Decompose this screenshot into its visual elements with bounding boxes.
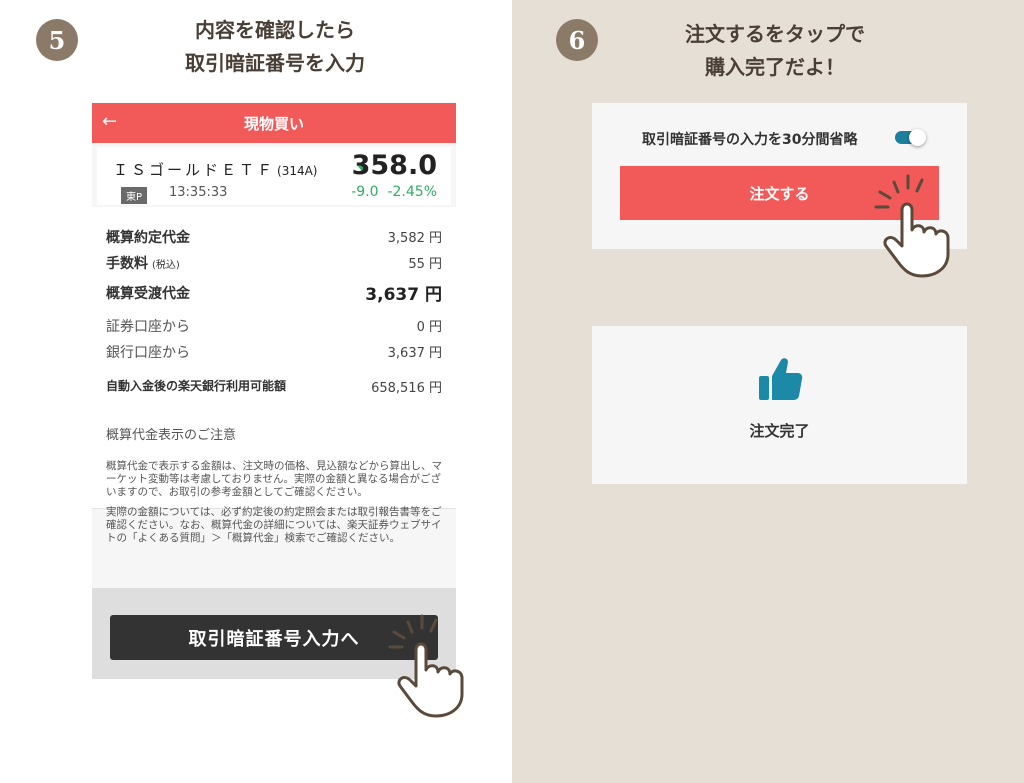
price-change: -9.0 -2.45% <box>351 184 437 200</box>
price-change-value: -9.0 <box>351 184 379 200</box>
row-label-wrap: 手数料 (税込) <box>106 253 180 273</box>
row-available-after-deposit: 自動入金後の楽天銀行利用可能額 658,516 円 <box>106 377 442 396</box>
row-label-note: (税込) <box>152 260 180 271</box>
row-label: 手数料 <box>106 256 148 272</box>
row-label: 概算受渡代金 <box>106 286 190 302</box>
skip-pin-toggle[interactable] <box>895 129 926 146</box>
stock-code: (314A) <box>277 164 318 178</box>
quote-time: 13:35:33 <box>169 185 228 200</box>
notice-paragraph-2: 実際の金額については、必ず約定後の約定照会または取引報告書等をご確認ください。な… <box>106 506 442 544</box>
row-from-securities-account: 証券口座から 0 円 <box>106 316 442 336</box>
screen-header: ← 現物買い <box>92 103 456 143</box>
row-value: 3,582 円 <box>387 231 442 246</box>
price-change-percent: -2.45% <box>387 184 437 200</box>
row-from-bank-account: 銀行口座から 3,637 円 <box>106 342 442 362</box>
step6-title: 注文するをタップで 購入完了だよ！ <box>620 18 930 84</box>
tap-hand-icon <box>874 174 950 278</box>
step-number-6: 6 <box>556 19 598 61</box>
row-value: 3,637 円 <box>365 285 442 305</box>
toggle-knob <box>909 129 926 146</box>
stock-summary: ＩＳゴールドＥＴＦ (314A) 東P 13:35:33 358.0 -9.0 -… <box>97 147 451 205</box>
row-label: 概算約定代金 <box>106 230 190 246</box>
notice-paragraph-1: 概算代金で表示する金額は、注文時の価格、見込額などから算出し、マーケット変動等は… <box>106 460 442 498</box>
stock-name: ＩＳゴールドＥＴＦ <box>113 161 276 179</box>
order-complete-panel: 注文完了 <box>592 326 967 484</box>
screen-header-title: 現物買い <box>243 115 304 133</box>
row-estimated-settlement-amount: 概算受渡代金 3,637 円 <box>106 283 442 305</box>
row-label: 自動入金後の楽天銀行利用可能額 <box>106 379 287 393</box>
step6-title-line1: 注文するをタップで <box>685 22 865 46</box>
market-badge: 東P <box>121 187 148 204</box>
stock-price: 358.0 <box>351 150 437 181</box>
step5-title: 内容を確認したら 取引暗証番号を入力 <box>120 14 430 80</box>
row-label: 証券口座から <box>106 319 190 335</box>
step5-title-line1: 内容を確認したら <box>195 18 355 42</box>
step6-title-line2: 購入完了だよ！ <box>705 55 845 79</box>
row-value: 658,516 円 <box>371 381 442 396</box>
price-notice: 概算代金表示のご注意 概算代金で表示する金額は、注文時の価格、見込額などから算出… <box>106 429 446 552</box>
step5-title-line2: 取引暗証番号を入力 <box>185 51 365 75</box>
row-value: 55 円 <box>408 257 442 272</box>
row-value: 3,637 円 <box>387 346 442 361</box>
skip-pin-label: 取引暗証番号の入力を30分間省略 <box>642 132 858 148</box>
order-confirm-screen: ← 現物買い ＩＳゴールドＥＴＦ (314A) 東P 13:35:33 358.0… <box>92 103 456 679</box>
order-complete-label: 注文完了 <box>749 422 810 440</box>
thumbs-up-icon <box>759 358 803 400</box>
row-value: 0 円 <box>416 320 442 335</box>
step-number-5: 5 <box>36 19 78 61</box>
row-label: 銀行口座から <box>106 345 190 361</box>
notice-title: 概算代金表示のご注意 <box>106 428 237 443</box>
row-estimated-contract-amount: 概算約定代金 3,582 円 <box>106 227 442 247</box>
tap-hand-icon <box>388 614 464 718</box>
stock-name-line: ＩＳゴールドＥＴＦ (314A) <box>113 159 318 180</box>
row-commission: 手数料 (税込) 55 円 <box>106 253 442 273</box>
